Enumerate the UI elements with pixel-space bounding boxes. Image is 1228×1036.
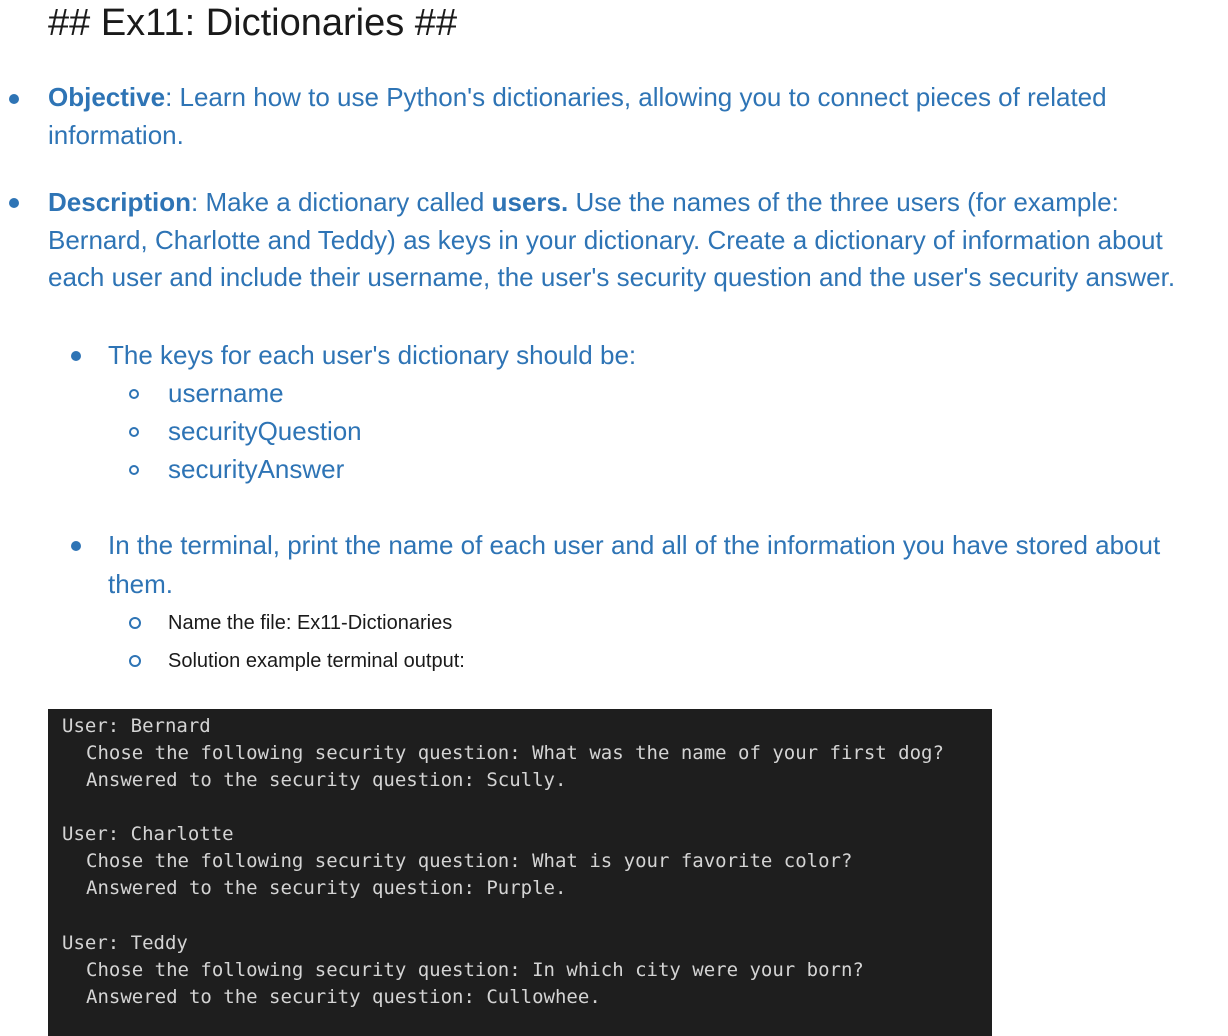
objective-paragraph: Objective: Learn how to use Python's dic…	[48, 78, 1220, 154]
objective-label: Objective	[48, 82, 166, 112]
ring-solution-label	[129, 655, 141, 667]
terminal-line-user-charlotte: User: Charlotte	[62, 823, 234, 845]
terminal-line-question-bernard: Chose the following security question: W…	[86, 742, 944, 764]
bullet-keys-heading	[71, 351, 81, 361]
ring-file-name	[129, 617, 141, 629]
ring-key-security-answer	[129, 465, 139, 475]
terminal-output: User: Bernard Chose the following securi…	[48, 709, 992, 1036]
key-item-username: username	[168, 378, 284, 408]
bullet-objective	[9, 94, 19, 104]
terminal-instruction: In the terminal, print the name of each …	[108, 530, 1161, 599]
bullet-description	[9, 198, 19, 208]
description-bold-word: users.	[491, 187, 569, 217]
solution-label-text: Solution example terminal output:	[168, 650, 465, 672]
description-label: Description	[48, 187, 192, 217]
terminal-line-question-charlotte: Chose the following security question: W…	[86, 850, 853, 872]
description-paragraph: Description: Make a dictionary called us…	[48, 184, 1220, 297]
terminal-line-user-teddy: User: Teddy	[62, 932, 188, 954]
bullet-terminal-instruction	[71, 541, 81, 551]
terminal-line-answer-bernard: Answered to the security question: Scull…	[86, 769, 567, 791]
ring-key-security-question	[129, 427, 139, 437]
terminal-line-user-bernard: User: Bernard	[62, 715, 211, 737]
description-text-1: : Make a dictionary called	[191, 187, 492, 217]
terminal-line-answer-teddy: Answered to the security question: Cullo…	[86, 986, 601, 1008]
keys-heading: The keys for each user's dictionary shou…	[108, 340, 637, 370]
terminal-line-question-teddy: Chose the following security question: I…	[86, 959, 864, 981]
page-title: ## Ex11: Dictionaries ##	[48, 2, 458, 44]
objective-text: : Learn how to use Python's dictionaries…	[48, 82, 1107, 150]
ring-key-username	[129, 389, 139, 399]
file-name-text: Name the file: Ex11-Dictionaries	[168, 612, 453, 634]
terminal-line-answer-charlotte: Answered to the security question: Purpl…	[86, 877, 567, 899]
key-item-security-answer: securityAnswer	[168, 454, 345, 484]
key-item-security-question: securityQuestion	[168, 416, 362, 446]
